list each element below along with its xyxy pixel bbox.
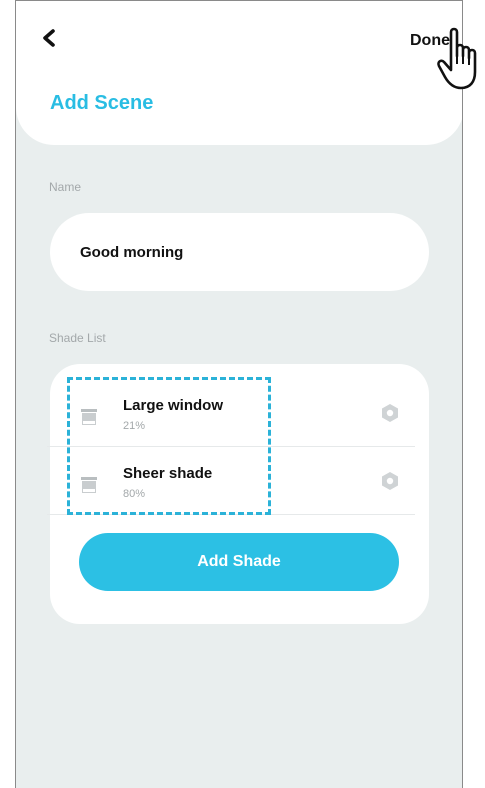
app-screen: Done Add Scene Name Shade List Large win…: [15, 0, 463, 788]
gear-icon[interactable]: [380, 403, 400, 423]
shade-icon: [81, 409, 97, 425]
back-button[interactable]: [36, 23, 64, 53]
chevron-left-icon: [43, 29, 55, 47]
shade-name: Sheer shade: [123, 465, 213, 482]
shade-icon: [81, 477, 97, 493]
shade-row-large-window[interactable]: Large window 21%: [50, 379, 429, 447]
shade-row-sheer-shade[interactable]: Sheer shade 80%: [50, 447, 429, 515]
name-label: Name: [49, 180, 82, 194]
shade-percent: 80%: [123, 488, 146, 500]
gear-icon[interactable]: [380, 471, 400, 491]
shade-list-label: Shade List: [49, 331, 106, 345]
row-divider: [47, 514, 415, 515]
page-title: Add Scene: [50, 92, 154, 114]
header: Done Add Scene: [16, 1, 462, 145]
add-shade-button[interactable]: Add Shade: [79, 533, 399, 591]
shade-name: Large window: [123, 397, 224, 414]
scene-name-input[interactable]: [50, 213, 429, 291]
shade-percent: 21%: [123, 420, 146, 432]
done-button[interactable]: Done: [410, 32, 450, 50]
